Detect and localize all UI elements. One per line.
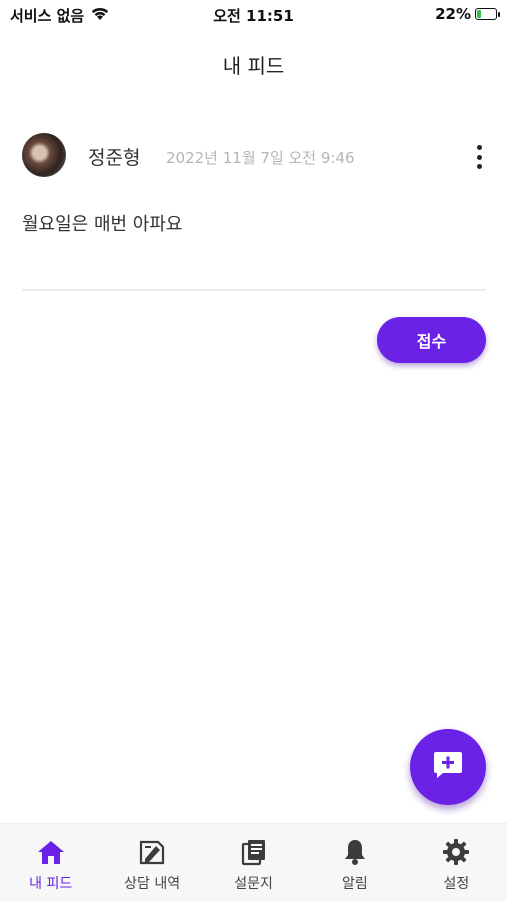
- tab-my-feed[interactable]: 내 피드: [0, 824, 101, 901]
- tab-label: 상담 내역: [124, 876, 181, 892]
- post-content: 월요일은 매번 아파요: [22, 214, 183, 235]
- tab-label: 설문지: [234, 876, 273, 892]
- gear-icon: [441, 837, 471, 867]
- status-bar: 서비스 없음 오전 11:51 22%: [0, 0, 507, 30]
- tab-settings[interactable]: 설정: [406, 824, 507, 901]
- tab-label: 내 피드: [29, 876, 73, 892]
- survey-icon: [239, 837, 269, 867]
- divider: [22, 289, 486, 291]
- receive-button[interactable]: 접수: [377, 317, 486, 363]
- feed-post: 정준형 2022년 11월 7일 오전 9:46 월요일은 매번 아파요: [22, 133, 486, 236]
- post-header: 정준형 2022년 11월 7일 오전 9:46: [22, 133, 486, 179]
- tab-consult-history[interactable]: 상담 내역: [101, 824, 202, 901]
- home-icon: [36, 837, 66, 867]
- add-comment-button[interactable]: [410, 729, 486, 805]
- add-comment-icon: [430, 747, 466, 787]
- page-title: 내 피드: [222, 54, 285, 78]
- battery-fill: [477, 10, 481, 18]
- battery-icon: [475, 8, 500, 20]
- status-time: 오전 11:51: [213, 7, 294, 25]
- consult-history-icon: [137, 837, 167, 867]
- battery-percent: 22%: [435, 5, 471, 23]
- post-author: 정준형: [88, 147, 141, 169]
- status-right: 22%: [435, 5, 500, 23]
- tab-notifications[interactable]: 알림: [304, 824, 405, 901]
- tab-label: 알림: [342, 876, 368, 892]
- tab-survey[interactable]: 설문지: [203, 824, 304, 901]
- tab-label: 설정: [443, 876, 470, 892]
- more-vertical-icon[interactable]: [476, 145, 482, 169]
- bell-icon: [340, 837, 370, 867]
- post-date: 2022년 11월 7일 오전 9:46: [166, 149, 355, 167]
- tab-bar: 내 피드 상담 내역 설문지 알림 설정: [0, 823, 507, 901]
- avatar[interactable]: [22, 133, 66, 177]
